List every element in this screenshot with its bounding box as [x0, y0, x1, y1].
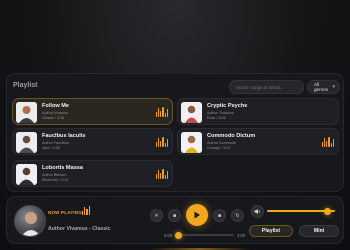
- repeat-icon: ↻: [235, 212, 240, 219]
- song-title: Lobortis Massa: [42, 165, 84, 171]
- song-card[interactable]: Cryptic Psyche Author Tincidunt Rock / 3…: [177, 98, 339, 125]
- now-playing-cover: [14, 205, 46, 237]
- repeat-button[interactable]: ↻: [231, 209, 244, 222]
- album-cover: [181, 102, 202, 123]
- album-cover: [181, 132, 202, 153]
- playlist-button[interactable]: Playlist: [249, 225, 293, 237]
- volume-knob[interactable]: [324, 207, 331, 215]
- volume-icon: [254, 209, 260, 214]
- song-title: Fauclbus Iaculis: [42, 133, 86, 139]
- song-meta: Jazz / 4:08: [42, 145, 60, 150]
- progress-slider[interactable]: [175, 231, 234, 239]
- equalizer-icon: [155, 169, 168, 179]
- play-button[interactable]: [186, 204, 208, 226]
- volume-slider[interactable]: [267, 207, 335, 215]
- equalizer-icon: [155, 107, 168, 117]
- shuffle-icon: ✕: [154, 212, 159, 219]
- song-title: Follow Me: [42, 103, 70, 109]
- album-cover: [16, 164, 37, 185]
- previous-icon: ■: [172, 212, 177, 219]
- player-bar: NOW PLAYING Author Vivamus - Classic ✕ ■…: [6, 196, 344, 244]
- equalizer-icon: [82, 206, 90, 215]
- song-meta: Electronic / 3:01: [42, 177, 69, 182]
- album-cover: [16, 102, 37, 123]
- panel-title: Playlist: [13, 82, 38, 89]
- song-meta: Country / 3:41: [207, 145, 231, 150]
- library-panel: Playlist All genres ▾ Follow Me Author V…: [6, 73, 344, 192]
- shuffle-button[interactable]: ✕: [150, 209, 163, 222]
- genre-select[interactable]: All genres ▾: [307, 80, 340, 94]
- volume-button[interactable]: [251, 205, 264, 218]
- mini-player-button[interactable]: Mini: [299, 225, 339, 237]
- next-icon: ■: [217, 212, 222, 219]
- duration-time: 3:00: [237, 233, 246, 238]
- genre-select-value: All genres: [314, 82, 329, 92]
- song-card[interactable]: Lobortis Massa Author Bibham Electronic …: [12, 160, 173, 187]
- song-card[interactable]: Follow Me Author Vivamus Classic / 3:16: [12, 98, 173, 125]
- equalizer-icon: [155, 137, 168, 147]
- song-title: Commodo Dictum: [207, 133, 256, 139]
- search-input[interactable]: [229, 80, 304, 94]
- play-icon: [194, 211, 200, 219]
- elapsed-time: 0:00: [164, 233, 173, 238]
- equalizer-icon: [321, 137, 334, 147]
- progress-knob[interactable]: [175, 231, 182, 239]
- song-meta: Classic / 3:16: [42, 115, 65, 120]
- song-card[interactable]: Fauclbus Iaculis Author Faucibus Jazz / …: [12, 128, 173, 155]
- now-playing-label: NOW PLAYING: [48, 210, 83, 215]
- song-title: Cryptic Psyche: [207, 103, 248, 109]
- song-card[interactable]: Commodo Dictum Author Commodo Country / …: [177, 128, 339, 155]
- now-playing-track: Author Vivamus - Classic: [48, 226, 111, 232]
- song-meta: Rock / 3:56: [207, 115, 226, 120]
- next-button[interactable]: ■: [213, 209, 226, 222]
- previous-button[interactable]: ■: [168, 209, 181, 222]
- album-cover: [16, 132, 37, 153]
- chevron-down-icon: ▾: [332, 84, 335, 90]
